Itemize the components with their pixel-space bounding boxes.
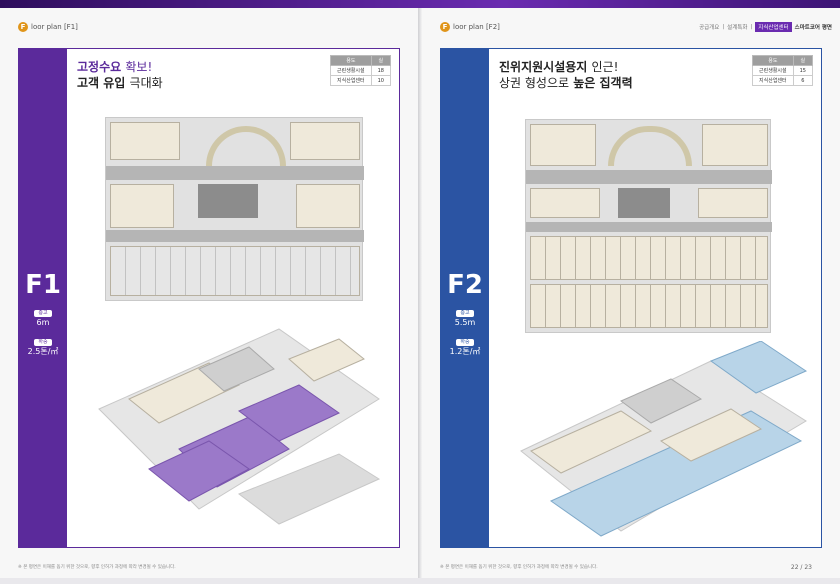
height-value: 6m [36, 318, 50, 327]
crumb-item[interactable]: 스마트코어 평면 [795, 23, 832, 31]
left-floor-plan-3d [98, 328, 381, 525]
left-floor-plan-2d [105, 117, 364, 301]
right-floor-plan-2d [525, 119, 772, 333]
right-usage-table: 용도 실 근린생활시설 15 지식산업센터 6 [752, 55, 814, 86]
load-label: 하중 [34, 339, 52, 346]
left-page-header: F loor plan [F1] [18, 22, 78, 32]
floor-plan-badge-icon: F [440, 22, 450, 32]
table-header: 실 [792, 55, 814, 66]
load-value: 1.2톤/㎡ [449, 347, 481, 356]
headline-1-bold: 진위지원시설용지 [499, 60, 588, 74]
floor-label: F1 [25, 270, 61, 300]
load-value: 2.5톤/㎡ [27, 347, 59, 356]
crumb-item-active[interactable]: 지식산업센터 [755, 22, 792, 32]
left-floor-info: F1 층고 6m 하중 2.5톤/㎡ [19, 271, 67, 357]
right-floor-info: F2 층고 5.5m 하중 1.2톤/㎡ [441, 271, 489, 357]
load-label: 하중 [456, 339, 474, 346]
left-headline: 고정수요 확보! 고객 유입 극대화 [77, 59, 163, 91]
right-page: F loor plan [F2] 공급개요 | 설계특화 | 지식산업센터 스마트코… [422, 8, 840, 578]
floor-plan-badge-icon: F [18, 22, 28, 32]
headline-2-thin: 상권 형성으로 [499, 76, 570, 90]
table-header: 용도 [330, 55, 372, 66]
right-floor-plan-3d [520, 341, 808, 537]
left-footnote: ※ 본 평면은 이해를 돕기 위한 것으로, 향후 인허가 과정에 따라 변경될… [18, 565, 176, 570]
height-label: 층고 [34, 310, 52, 317]
height-label: 층고 [456, 310, 474, 317]
headline-1-thin: 확보! [125, 60, 153, 74]
right-page-header: F loor plan [F2] [440, 22, 500, 32]
left-usage-table: 용도 실 근린생활시설 18 지식산업센터 10 [330, 55, 392, 86]
right-headline: 진위지원시설용지 인근! 상권 형성으로 높은 집객력 [499, 59, 633, 91]
table-row: 근린생활시설 18 [330, 65, 392, 76]
crumb-item[interactable]: 설계특화 [727, 23, 747, 31]
right-frame: F2 층고 5.5m 하중 1.2톤/㎡ 진위지원시설용지 인근! 상권 형성으… [440, 48, 822, 548]
page-numbers: 22 / 23 [790, 564, 812, 571]
table-row: 근린생활시설 15 [752, 65, 814, 76]
table-header: 용도 [752, 55, 794, 66]
headline-1-bold: 고정수요 [77, 60, 122, 74]
table-row: 지식산업센터 10 [330, 75, 392, 86]
headline-2-bold: 고객 유입 [77, 76, 126, 90]
left-header-text: loor plan [F1] [31, 23, 78, 31]
table-row: 지식산업센터 6 [752, 75, 814, 86]
right-footnote: ※ 본 평면은 이해를 돕기 위한 것으로, 향후 인허가 과정에 따라 변경될… [440, 565, 598, 570]
left-frame: F1 층고 6m 하중 2.5톤/㎡ 고정수요 확보! 고객 유입 극대화 용도… [18, 48, 400, 548]
breadcrumb: 공급개요 | 설계특화 | 지식산업센터 스마트코어 평면 [699, 22, 832, 32]
headline-2-thin: 극대화 [129, 76, 163, 90]
crumb-item[interactable]: 공급개요 [699, 23, 719, 31]
height-value: 5.5m [454, 318, 476, 327]
headline-2-bold: 높은 집객력 [573, 76, 633, 90]
floor-label: F2 [447, 270, 483, 300]
headline-1-thin: 인근! [591, 60, 619, 74]
right-header-text: loor plan [F2] [453, 23, 500, 31]
table-header: 실 [370, 55, 392, 66]
left-page: F loor plan [F1] F1 층고 6m 하중 2.5톤/㎡ 고정수요… [0, 8, 418, 578]
top-gradient-bar [0, 0, 840, 8]
